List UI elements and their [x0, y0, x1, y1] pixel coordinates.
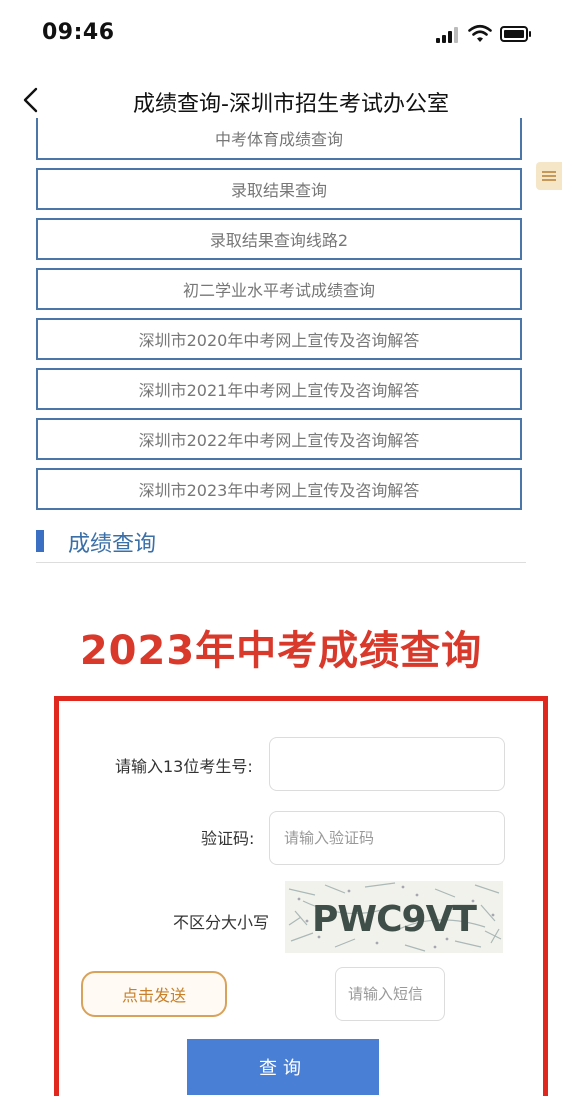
nav-bar: 成绩查询-深圳市招生考试办公室: [0, 76, 562, 124]
section-header: 成绩查询: [36, 526, 526, 563]
query-form: 请输入13位考生号: 验证码: 不区分大小写 PWC9VT 点击发送 查询: [54, 696, 548, 1096]
case-insensitive-note: 不区分大小写: [173, 913, 270, 932]
captcha-input[interactable]: [269, 811, 505, 865]
query-button[interactable]: 查询: [187, 1039, 379, 1095]
link-item-faq-2021[interactable]: 深圳市2021年中考网上宣传及咨询解答: [36, 368, 522, 410]
section-marker: [36, 530, 44, 552]
link-item-admission[interactable]: 录取结果查询: [36, 168, 522, 210]
page-title: 成绩查询-深圳市招生考试办公室: [133, 92, 449, 117]
captcha-text: PWC9VT: [312, 899, 477, 940]
battery-icon: [500, 26, 531, 42]
section-title: 成绩查询: [68, 532, 157, 557]
sms-code-input[interactable]: [335, 967, 445, 1021]
status-time: 09:46: [42, 20, 115, 45]
headline: 2023年中考成绩查询: [79, 628, 483, 674]
send-sms-button[interactable]: 点击发送: [81, 971, 227, 1017]
link-item-grade8-score[interactable]: 初二学业水平考试成绩查询: [36, 268, 522, 310]
link-item-faq-2020[interactable]: 深圳市2020年中考网上宣传及咨询解答: [36, 318, 522, 360]
menu-tab-icon[interactable]: [536, 162, 562, 190]
link-item-faq-2022[interactable]: 深圳市2022年中考网上宣传及咨询解答: [36, 418, 522, 460]
captcha-image[interactable]: PWC9VT: [285, 881, 503, 953]
back-chevron-icon[interactable]: [18, 86, 46, 114]
link-item-faq-2023[interactable]: 深圳市2023年中考网上宣传及咨询解答: [36, 468, 522, 510]
signal-icon: [436, 27, 460, 43]
exam-no-label: 请输入13位考生号:: [115, 757, 253, 776]
status-bar: 09:46: [0, 0, 562, 70]
captcha-label: 验证码:: [201, 829, 255, 848]
link-item-admission-line2[interactable]: 录取结果查询线路2: [36, 218, 522, 260]
link-item-pe-score[interactable]: 中考体育成绩查询: [36, 118, 522, 160]
link-list: 中考体育成绩查询 录取结果查询 录取结果查询线路2 初二学业水平考试成绩查询 深…: [36, 118, 522, 518]
exam-no-input[interactable]: [269, 737, 505, 791]
wifi-icon: [468, 24, 492, 42]
